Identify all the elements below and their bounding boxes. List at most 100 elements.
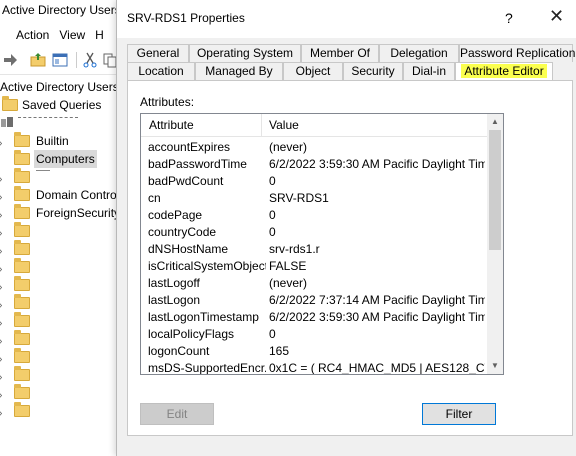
tree-item[interactable]: › (0, 366, 120, 384)
close-button[interactable]: ✕ (549, 6, 564, 27)
attribute-value: SRV-RDS1 (269, 191, 329, 205)
scrollbar-thumb[interactable] (489, 130, 501, 250)
attribute-name: isCriticalSystemObject (148, 259, 266, 273)
chevron-right-icon[interactable]: › (0, 135, 7, 149)
folder-icon (14, 186, 30, 201)
folder-icon (14, 330, 30, 345)
folder-icon (14, 294, 30, 309)
vertical-scrollbar[interactable]: ▲ ▼ (487, 114, 503, 374)
table-row[interactable]: countryCode 0 (141, 224, 487, 241)
attribute-name: cn (148, 191, 161, 205)
folder-icon (14, 312, 30, 327)
tree-item[interactable]: › (0, 330, 120, 348)
forward-arrow-icon[interactable] (2, 52, 18, 68)
table-row[interactable]: isCriticalSystemObject FALSE (141, 258, 487, 275)
folder-icon (14, 366, 30, 381)
table-row[interactable]: accountExpires (never) (141, 139, 487, 156)
attribute-editor-panel: Attributes: Attribute Value accountExpir… (127, 80, 573, 436)
column-divider[interactable] (261, 114, 262, 136)
chevron-right-icon[interactable]: › (0, 387, 7, 401)
table-row[interactable]: msDS-SupportedEncr... 0x1C = ( RC4_HMAC_M… (141, 360, 487, 375)
show-console-tree-icon[interactable] (52, 52, 68, 68)
column-header-attribute[interactable]: Attribute (149, 118, 194, 132)
tab-member-of[interactable]: Member Of (301, 44, 379, 62)
table-row[interactable]: badPasswordTime 6/2/2022 3:59:30 AM Pacif… (141, 156, 487, 173)
menu-help[interactable]: H (95, 24, 104, 46)
chevron-right-icon[interactable]: › (0, 171, 7, 185)
chevron-right-icon[interactable]: › (0, 297, 7, 311)
chevron-right-icon[interactable]: › (0, 207, 7, 221)
attribute-name: dNSHostName (148, 242, 229, 256)
tree-item[interactable]: › (0, 276, 120, 294)
tree-item[interactable]: › (0, 258, 120, 276)
table-row[interactable]: dNSHostName srv-rds1.r (141, 241, 487, 258)
tree-item[interactable]: › (0, 168, 120, 186)
help-button[interactable]: ? (505, 10, 513, 26)
cut-icon[interactable] (82, 52, 98, 68)
tab-operating-system[interactable]: Operating System (189, 44, 301, 62)
filter-button[interactable]: Filter (422, 403, 496, 425)
chevron-right-icon[interactable]: › (0, 261, 7, 275)
menu-action[interactable]: Action (16, 24, 49, 46)
redacted-domain-name (18, 117, 78, 124)
scroll-down-icon[interactable]: ▼ (487, 358, 503, 374)
table-row[interactable]: localPolicyFlags 0 (141, 326, 487, 343)
table-row[interactable]: lastLogon 6/2/2022 7:37:14 AM Pacific Day… (141, 292, 487, 309)
tab-managed-by[interactable]: Managed By (195, 62, 283, 80)
chevron-right-icon[interactable]: › (0, 369, 7, 383)
table-row[interactable]: codePage 0 (141, 207, 487, 224)
attribute-name: lastLogon (148, 293, 201, 307)
table-row[interactable]: cn SRV-RDS1 (141, 190, 487, 207)
dialog-title-bar: SRV-RDS1 Properties ? ✕ (117, 0, 576, 38)
attribute-value: 0x1C = ( RC4_HMAC_MD5 | AES128_CTS (269, 361, 485, 375)
chevron-right-icon[interactable]: › (0, 243, 7, 257)
attribute-name: badPasswordTime (148, 157, 247, 171)
tree-item[interactable]: › (0, 402, 120, 420)
table-row[interactable]: lastLogoff (never) (141, 275, 487, 292)
chevron-right-icon[interactable]: › (0, 189, 7, 203)
folder-up-icon[interactable] (30, 52, 46, 68)
column-header-value[interactable]: Value (269, 118, 299, 132)
tree-item[interactable]: › (0, 294, 120, 312)
chevron-right-icon[interactable]: › (0, 279, 7, 293)
attribute-value: 6/2/2022 7:37:14 AM Pacific Daylight Tim… (269, 293, 485, 307)
scroll-up-icon[interactable]: ▲ (487, 114, 503, 130)
chevron-right-icon[interactable]: › (0, 333, 7, 347)
tree-item-computers[interactable]: Computers (0, 150, 120, 168)
tab-delegation[interactable]: Delegation (379, 44, 459, 62)
tab-password-replication[interactable]: Password Replication (459, 44, 575, 62)
table-row[interactable]: badPwdCount 0 (141, 173, 487, 190)
attribute-name: localPolicyFlags (148, 327, 235, 341)
tree-item-builtin[interactable]: › Builtin (0, 132, 120, 150)
tree-item[interactable]: › (0, 240, 120, 258)
tab-object[interactable]: Object (283, 62, 343, 80)
tree-item-domain-controllers[interactable]: › Domain Contro (0, 186, 120, 204)
tree-item-foreign-security[interactable]: › ForeignSecurity (0, 204, 120, 222)
edit-button[interactable]: Edit (140, 403, 214, 425)
menu-view[interactable]: View (59, 24, 85, 46)
tab-attribute-editor-label: Attribute Editor (461, 64, 547, 78)
table-row[interactable]: logonCount 165 (141, 343, 487, 360)
dialog-title: SRV-RDS1 Properties (127, 11, 245, 25)
tab-security[interactable]: Security (343, 62, 403, 80)
background-toolbar (0, 46, 120, 75)
chevron-right-icon[interactable]: › (0, 225, 7, 239)
attributes-list[interactable]: Attribute Value accountExpires (never) bad… (140, 113, 504, 375)
tree-item[interactable]: › (0, 384, 120, 402)
tree-item[interactable]: › (0, 312, 120, 330)
tree-item[interactable]: › (0, 222, 120, 240)
chevron-right-icon[interactable]: › (0, 315, 7, 329)
chevron-right-icon[interactable]: › (0, 405, 7, 419)
tab-dial-in[interactable]: Dial-in (403, 62, 455, 80)
tree-item[interactable]: › (0, 348, 120, 366)
table-row[interactable]: lastLogonTimestamp 6/2/2022 3:59:30 AM Pa… (141, 309, 487, 326)
attribute-name: codePage (148, 208, 203, 222)
tab-general[interactable]: General (127, 44, 189, 62)
list-header: Attribute Value (141, 114, 487, 137)
folder-icon (14, 150, 30, 165)
attribute-name: msDS-SupportedEncr... (148, 361, 266, 375)
folder-icon (14, 168, 30, 183)
chevron-right-icon[interactable]: › (0, 351, 7, 365)
tab-location[interactable]: Location (127, 62, 195, 80)
tab-attribute-editor[interactable]: Attribute Editor (455, 62, 553, 80)
